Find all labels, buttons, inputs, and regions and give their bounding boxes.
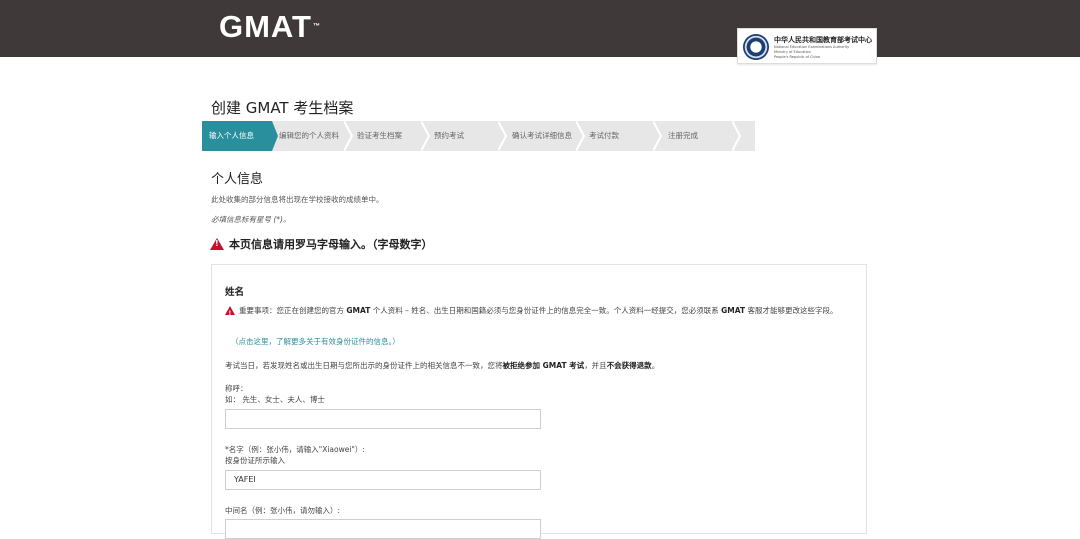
first-name-input[interactable]: YAFEI (225, 470, 541, 490)
notice-text-part: 重要事项：您正在创建您的官方 (239, 306, 347, 315)
middle-name-input[interactable] (225, 519, 541, 539)
section-title: 个人信息 (211, 172, 264, 187)
warning-icon (225, 306, 235, 320)
step-chevron-icon (344, 121, 354, 151)
page-title: 创建 GMAT 考生档案 (211, 99, 354, 117)
notice-text-part: 个人资料 – 姓名、出生日期和国籍必须与您身份证件上的信息完全一致。个人资料一经… (370, 306, 722, 315)
step-chevron-icon (732, 121, 742, 151)
salutation-input[interactable] (225, 409, 541, 429)
notice-text-part: 客服才能够更改这些字段。 (745, 306, 838, 315)
middle-name-label: 中间名（例：张小伟，请勿输入）: (225, 506, 341, 515)
authority-en-line-1: National Education Examinations Authorit… (774, 45, 850, 49)
refusal-text-part: 。 (651, 361, 660, 370)
refusal-bold-part: 不会获得退款 (606, 361, 652, 370)
refusal-warning-text: 考试当日，若发现姓名或出生日期与您所出示的身份证件上的相关信息不一致，您将被拒绝… (225, 360, 659, 371)
notice-gmat-bold: GMAT (721, 306, 746, 315)
warning-icon (210, 238, 224, 250)
step-book-exam: 预约考试 (434, 121, 506, 151)
section-intro: 此处收集的部分信息将出现在学校接收的成绩单中。 (211, 195, 384, 204)
step-verify-profile: 验证考生档案 (357, 121, 429, 151)
notice-gmat-bold: GMAT (346, 306, 371, 315)
salutation-label: 称呼： (225, 384, 248, 393)
step-chevron-icon (576, 121, 586, 151)
salutation-example: 如： 先生、女士、夫人、博士 (225, 395, 325, 404)
authority-en-line-2: Ministry of Education (774, 50, 811, 54)
step-registration-complete: 注册完成 (668, 121, 738, 151)
roman-letters-warning: 本页信息请用罗马字母输入。（字母数字） (210, 236, 433, 252)
refusal-bold-part: 被拒绝参加 GMAT 考试 (502, 361, 585, 370)
top-header-bar: GMAT™ 中华人民共和国教育部考试中心 National Education … (0, 0, 1080, 64)
refusal-text-part: ，并且 (584, 361, 607, 370)
authority-cn-name: 中华人民共和国教育部考试中心 (774, 36, 872, 44)
national-emblem-icon (743, 34, 769, 60)
step-enter-personal-info: 输入个人信息 (202, 121, 264, 151)
registration-progress-steps: 输入个人信息 编辑您的个人资料 验证考生档案 预约考试 确认考试详细信息 考试付… (202, 121, 757, 151)
logo-text: GMAT (219, 9, 312, 44)
step-chevron-icon (264, 121, 278, 151)
neea-authority-badge: 中华人民共和国教育部考试中心 National Education Examin… (737, 28, 877, 64)
name-form-panel: 姓名 重要事项：您正在创建您的官方 GMAT 个人资料 – 姓名、出生日期和国籍… (211, 264, 867, 539)
step-label: 确认考试详细信息 (512, 131, 572, 140)
valid-id-info-link[interactable]: （点击这里，了解更多关于有效身份证件的信息。） (231, 336, 400, 347)
roman-warning-text: 本页信息请用罗马字母输入。（字母数字） (229, 238, 433, 251)
step-label: 注册完成 (668, 131, 698, 140)
refusal-text-part: 考试当日，若发现姓名或出生日期与您所出示的身份证件上的相关信息不一致，您将 (225, 361, 503, 370)
step-label: 预约考试 (434, 131, 464, 140)
authority-en-line-3: People's Republic of China (774, 55, 821, 59)
gmat-logo[interactable]: GMAT™ (219, 8, 320, 46)
important-notice: 重要事项：您正在创建您的官方 GMAT 个人资料 – 姓名、出生日期和国籍必须与… (225, 304, 855, 320)
logo-trademark: ™ (312, 23, 320, 30)
required-fields-note: 必填信息标有星号 (*)。 (211, 215, 291, 224)
step-chevron-icon (653, 121, 663, 151)
step-label: 考试付款 (589, 131, 619, 140)
step-label: 输入个人信息 (209, 131, 254, 140)
step-exam-payment: 考试付款 (589, 121, 659, 151)
step-label: 编辑您的个人资料 (279, 131, 339, 140)
name-section-title: 姓名 (225, 287, 245, 298)
step-chevron-icon (498, 121, 508, 151)
important-notice-text: 重要事项：您正在创建您的官方 GMAT 个人资料 – 姓名、出生日期和国籍必须与… (225, 304, 855, 317)
step-label: 验证考生档案 (357, 131, 402, 140)
step-chevron-icon (421, 121, 431, 151)
first-name-label: *名字（例：张小伟，请输入"Xiaowei"）: (225, 445, 365, 454)
first-name-hint: 按身份证所示输入 (225, 456, 285, 465)
